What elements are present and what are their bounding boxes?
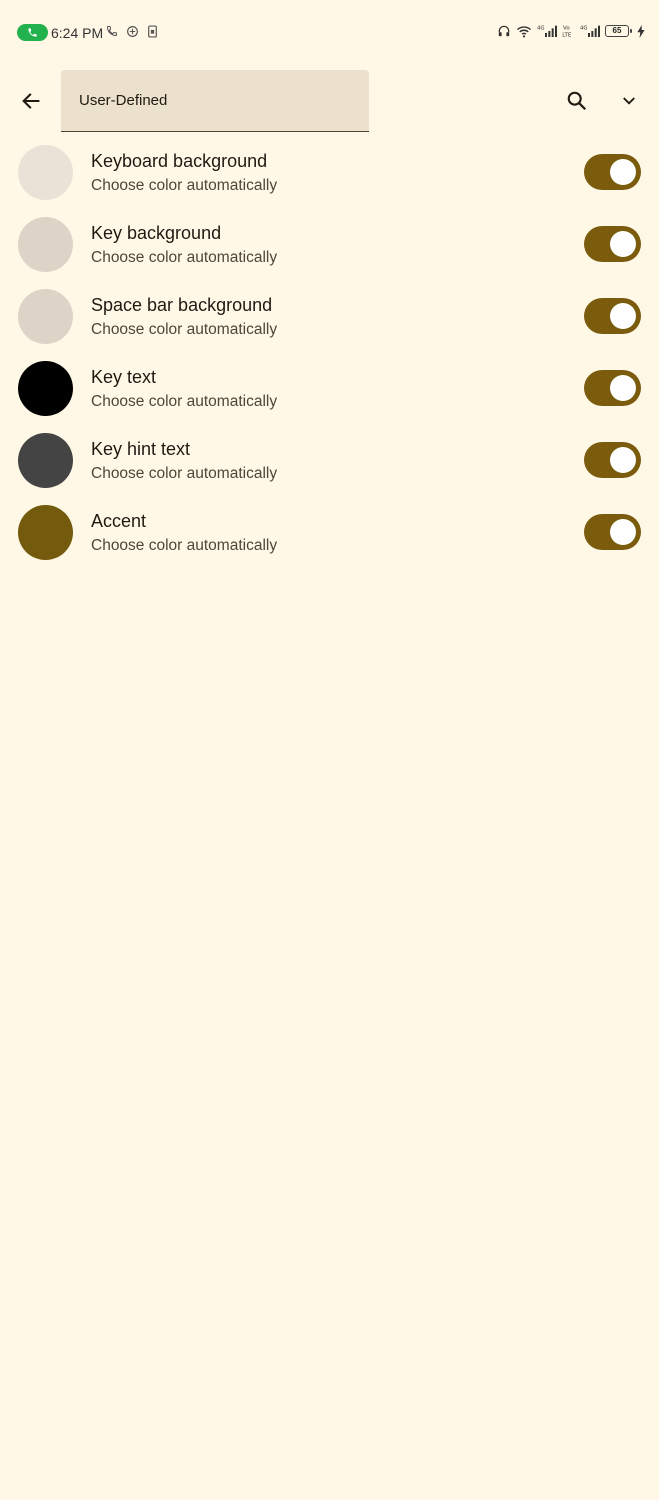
ongoing-call-indicator[interactable] <box>17 24 48 41</box>
item-title: Space bar background <box>91 295 273 315</box>
item-subtitle: Choose color automatically <box>91 465 278 482</box>
list-item[interactable]: Key text Choose color automatically <box>0 352 659 424</box>
item-subtitle: Choose color automatically <box>91 537 278 554</box>
toggle-knob <box>610 519 636 545</box>
phone-icon <box>106 26 117 37</box>
color-swatch[interactable] <box>18 433 73 488</box>
svg-text:Vo: Vo <box>563 25 570 31</box>
item-title: Key hint text <box>91 439 191 459</box>
item-subtitle: Choose color automatically <box>91 249 278 266</box>
auto-color-toggle[interactable] <box>584 154 641 190</box>
battery-icon: 65 <box>605 25 632 37</box>
toggle-knob <box>610 375 636 401</box>
search-icon <box>567 91 587 111</box>
item-title: Keyboard background <box>91 151 268 171</box>
back-button[interactable] <box>14 84 48 118</box>
auto-color-toggle[interactable] <box>584 298 641 334</box>
theme-preset-dropdown[interactable]: User-Defined <box>61 70 369 132</box>
wifi-icon <box>517 25 531 37</box>
toggle-knob <box>610 231 636 257</box>
color-swatch[interactable] <box>18 505 73 560</box>
svg-text:LTE: LTE <box>562 32 572 38</box>
auto-color-toggle[interactable] <box>584 514 641 550</box>
color-settings-list: Keyboard background Choose color automat… <box>0 136 659 568</box>
status-bar: 6:24 PM 4G Vo LTE 4G 65 <box>0 0 659 66</box>
list-item[interactable]: Keyboard background Choose color automat… <box>0 136 659 208</box>
auto-color-toggle[interactable] <box>584 226 641 262</box>
headphones-icon <box>498 25 510 37</box>
item-title: Key background <box>91 223 222 243</box>
status-time: 6:24 PM <box>51 25 104 41</box>
item-subtitle: Choose color automatically <box>91 393 278 410</box>
charging-icon <box>637 24 645 38</box>
list-item[interactable]: Space bar background Choose color automa… <box>0 280 659 352</box>
color-swatch[interactable] <box>18 145 73 200</box>
item-title: Accent <box>91 511 147 531</box>
phone-icon <box>28 28 37 37</box>
item-title: Key text <box>91 367 157 387</box>
item-subtitle: Choose color automatically <box>91 321 278 338</box>
search-button[interactable] <box>560 84 594 118</box>
list-item[interactable]: Accent Choose color automatically <box>0 496 659 568</box>
signal-icon: 4G <box>580 25 600 37</box>
dropdown-selected-value: User-Defined <box>79 92 168 109</box>
toggle-knob <box>610 303 636 329</box>
signal-icon: 4G <box>537 25 557 37</box>
top-app-bar: User-Defined <box>0 70 659 132</box>
color-swatch[interactable] <box>18 289 73 344</box>
auto-color-toggle[interactable] <box>584 442 641 478</box>
color-swatch[interactable] <box>18 361 73 416</box>
volte-icon: VoLTE <box>562 25 572 38</box>
chevron-down-icon <box>623 97 635 105</box>
sim-icon <box>148 25 157 38</box>
auto-color-toggle[interactable] <box>584 370 641 406</box>
item-subtitle: Choose color automatically <box>91 177 278 194</box>
toggle-knob <box>610 447 636 473</box>
arrow-back-icon <box>22 93 40 109</box>
expand-menu-button[interactable] <box>612 84 646 118</box>
vpn-icon <box>127 26 138 37</box>
list-item[interactable]: Key hint text Choose color automatically <box>0 424 659 496</box>
list-item[interactable]: Key background Choose color automaticall… <box>0 208 659 280</box>
svg-text:4G: 4G <box>537 26 545 32</box>
color-swatch[interactable] <box>18 217 73 272</box>
toggle-knob <box>610 159 636 185</box>
svg-text:4G: 4G <box>580 26 588 32</box>
